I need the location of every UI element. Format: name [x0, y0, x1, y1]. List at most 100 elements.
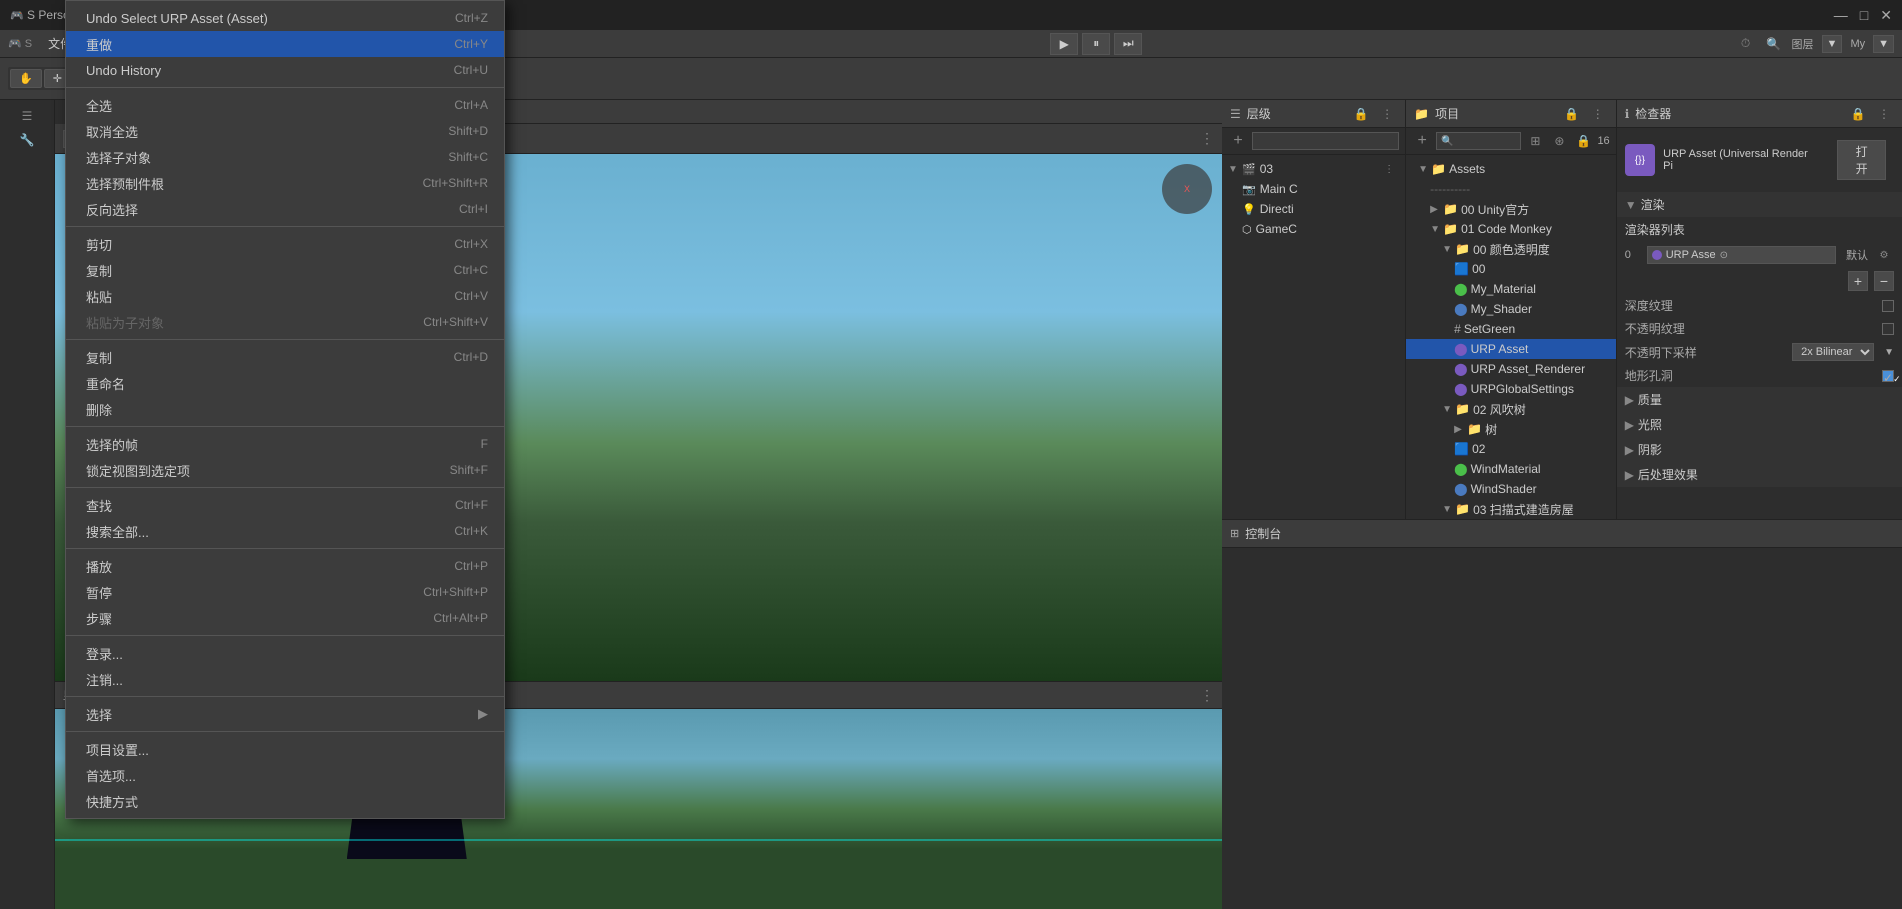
- menu-sign-in[interactable]: 登录...: [66, 640, 504, 666]
- pause-button[interactable]: ⏸: [1082, 33, 1110, 55]
- hierarchy-add-btn[interactable]: +: [1228, 131, 1248, 151]
- hand-tool[interactable]: ✋: [10, 69, 42, 88]
- menu-select[interactable]: 选择 ▶: [66, 701, 504, 727]
- post-processing-section-header[interactable]: ▶ 后处理效果: [1617, 462, 1902, 487]
- hier-item-03[interactable]: ▼ 🎬 03 ⋮: [1222, 159, 1405, 179]
- menu-preferences[interactable]: 首选项...: [66, 762, 504, 788]
- layer-dropdown[interactable]: ▼: [1822, 35, 1843, 53]
- menu-rename[interactable]: 重命名: [66, 370, 504, 396]
- menu-lock-view[interactable]: 锁定视图到选定项 Shift+F: [66, 457, 504, 483]
- menu-play[interactable]: 播放 Ctrl+P: [66, 553, 504, 579]
- menu-frame-selected[interactable]: 选择的帧 F: [66, 431, 504, 457]
- layout-dropdown[interactable]: ▼: [1873, 35, 1894, 53]
- search-global-icon[interactable]: 🔍: [1764, 34, 1784, 54]
- proj-urp-asset[interactable]: ⬤ URP Asset: [1406, 339, 1616, 359]
- menu-find[interactable]: 查找 Ctrl+F: [66, 492, 504, 518]
- scene-more-btn[interactable]: ⋮: [1200, 130, 1214, 147]
- terrain-holes-row: 地形孔洞 ✓: [1617, 364, 1902, 387]
- shadows-section-header[interactable]: ▶ 阴影: [1617, 437, 1902, 462]
- proj-urp-global[interactable]: ⬤ URPGlobalSettings: [1406, 379, 1616, 399]
- depth-texture-row: 深度纹理: [1617, 294, 1902, 317]
- proj-wind-material[interactable]: ⬤ WindMaterial: [1406, 459, 1616, 479]
- my-shader-label: My_Shader: [1471, 302, 1532, 316]
- menu-shortcuts[interactable]: 快捷方式: [66, 788, 504, 814]
- remove-renderer-btn[interactable]: −: [1874, 271, 1894, 291]
- inspector-more-icon[interactable]: ⋮: [1874, 104, 1894, 124]
- add-renderer-btn[interactable]: +: [1848, 271, 1868, 291]
- menu-project-settings[interactable]: 项目设置...: [66, 736, 504, 762]
- scene-gizmo[interactable]: X: [1162, 164, 1212, 214]
- menu-invert-selection[interactable]: 反向选择 Ctrl+I: [66, 196, 504, 222]
- wind-material-label: WindMaterial: [1471, 462, 1541, 476]
- menu-step[interactable]: 步骤 Ctrl+Alt+P: [66, 605, 504, 631]
- game-more-btn[interactable]: ⋮: [1200, 687, 1214, 704]
- project-lock2-icon[interactable]: 🔒: [1573, 131, 1593, 151]
- menu-redo[interactable]: 重做 Ctrl+Y: [66, 31, 504, 57]
- project-add-btn[interactable]: +: [1412, 131, 1432, 151]
- menu-delete[interactable]: 删除: [66, 396, 504, 422]
- menu-copy[interactable]: 复制 Ctrl+C: [66, 257, 504, 283]
- terrain-holes-checkbox[interactable]: ✓: [1882, 370, 1894, 382]
- proj-my-shader[interactable]: ⬤ My_Shader: [1406, 299, 1616, 319]
- play-button[interactable]: ▶: [1050, 33, 1078, 55]
- history-icon[interactable]: ⏱: [1736, 34, 1756, 54]
- maximize-button[interactable]: □: [1860, 7, 1868, 24]
- opaque-texture-checkbox[interactable]: [1882, 323, 1894, 335]
- depth-texture-checkbox[interactable]: [1882, 300, 1894, 312]
- proj-wind-shader[interactable]: ⬤ WindShader: [1406, 479, 1616, 499]
- lighting-section-header[interactable]: ▶ 光照: [1617, 412, 1902, 437]
- menu-cut[interactable]: 剪切 Ctrl+X: [66, 231, 504, 257]
- project-view-icon[interactable]: ⊞: [1525, 131, 1545, 151]
- proj-set-green[interactable]: # SetGreen: [1406, 319, 1616, 339]
- inspector-lock-icon[interactable]: 🔒: [1848, 104, 1868, 124]
- sidebar-icon-2[interactable]: 🔧: [17, 130, 37, 150]
- proj-wind-tree[interactable]: ▼ 📁 02 风吹树: [1406, 399, 1616, 419]
- render-section-header[interactable]: ▼ 渲染: [1617, 192, 1902, 217]
- menu-undo-history[interactable]: Undo History Ctrl+U: [66, 57, 504, 83]
- menu-select-all[interactable]: 全选 Ctrl+A: [66, 92, 504, 118]
- project-filter-icon[interactable]: ⊛: [1549, 131, 1569, 151]
- opaque-downsampling-select[interactable]: 2x Bilinear 4x Box 4x Bilinear: [1792, 343, 1874, 361]
- menu-deselect-all[interactable]: 取消全选 Shift+D: [66, 118, 504, 144]
- renderer-value-text: URP Asse: [1666, 249, 1716, 261]
- menu-paste[interactable]: 粘贴 Ctrl+V: [66, 283, 504, 309]
- menu-sign-out[interactable]: 注销...: [66, 666, 504, 692]
- proj-tree-folder[interactable]: ▶ 📁 树: [1406, 419, 1616, 439]
- menu-select-children[interactable]: 选择子对象 Shift+C: [66, 144, 504, 170]
- proj-asset-02[interactable]: 🟦 02: [1406, 439, 1616, 459]
- proj-color-alpha[interactable]: ▼ 📁 00 颜色透明度: [1406, 239, 1616, 259]
- hier-item-gamec[interactable]: ⬡ GameC: [1222, 219, 1405, 239]
- sidebar-icon-1[interactable]: ☰: [17, 106, 37, 126]
- hier-more-03[interactable]: ⋮: [1379, 159, 1399, 179]
- project-search[interactable]: 🔍: [1436, 132, 1521, 150]
- hierarchy-panel: ☰ 层级 🔒 ⋮ + ▼ 🎬 03 ⋮: [1222, 100, 1406, 519]
- inspector-open-btn[interactable]: 打开: [1837, 140, 1886, 180]
- menu-select-prefab-root[interactable]: 选择预制件根 Ctrl+Shift+R: [66, 170, 504, 196]
- proj-asset-00[interactable]: 🟦 00: [1406, 259, 1616, 279]
- menu-pause[interactable]: 暂停 Ctrl+Shift+P: [66, 579, 504, 605]
- proj-scan-build[interactable]: ▼ 📁 03 扫描式建造房屋: [1406, 499, 1616, 519]
- proj-unity-official[interactable]: ▶ 📁 00 Unity官方: [1406, 199, 1616, 219]
- quality-section-header[interactable]: ▶ 质量: [1617, 387, 1902, 412]
- menu-search-all[interactable]: 搜索全部... Ctrl+K: [66, 518, 504, 544]
- wind-material-icon: ⬤: [1454, 462, 1467, 476]
- close-button[interactable]: ✕: [1880, 7, 1892, 24]
- hierarchy-search[interactable]: [1252, 132, 1399, 150]
- hierarchy-more-icon[interactable]: ⋮: [1377, 104, 1397, 124]
- hier-arrow-03: ▼: [1228, 164, 1238, 175]
- step-button[interactable]: ⏭: [1114, 33, 1142, 55]
- hier-item-directional[interactable]: 💡 Directi: [1222, 199, 1405, 219]
- renderer-value-field[interactable]: URP Asse ⊙: [1647, 246, 1836, 264]
- hier-item-maincam[interactable]: 📷 Main C: [1222, 179, 1405, 199]
- proj-code-monkey[interactable]: ▼ 📁 01 Code Monkey: [1406, 219, 1616, 239]
- renderer-settings-icon[interactable]: ⚙: [1874, 245, 1894, 265]
- hierarchy-lock-icon[interactable]: 🔒: [1351, 104, 1371, 124]
- project-more-icon[interactable]: ⋮: [1588, 104, 1608, 124]
- proj-my-material[interactable]: ⬤ My_Material: [1406, 279, 1616, 299]
- project-lock-icon[interactable]: 🔒: [1562, 104, 1582, 124]
- minimize-button[interactable]: —: [1834, 7, 1848, 24]
- menu-duplicate[interactable]: 复制 Ctrl+D: [66, 344, 504, 370]
- proj-urp-asset-renderer[interactable]: ⬤ URP Asset_Renderer: [1406, 359, 1616, 379]
- menu-undo[interactable]: Undo Select URP Asset (Asset) Ctrl+Z: [66, 5, 504, 31]
- proj-assets[interactable]: ▼ 📁 Assets: [1406, 159, 1616, 179]
